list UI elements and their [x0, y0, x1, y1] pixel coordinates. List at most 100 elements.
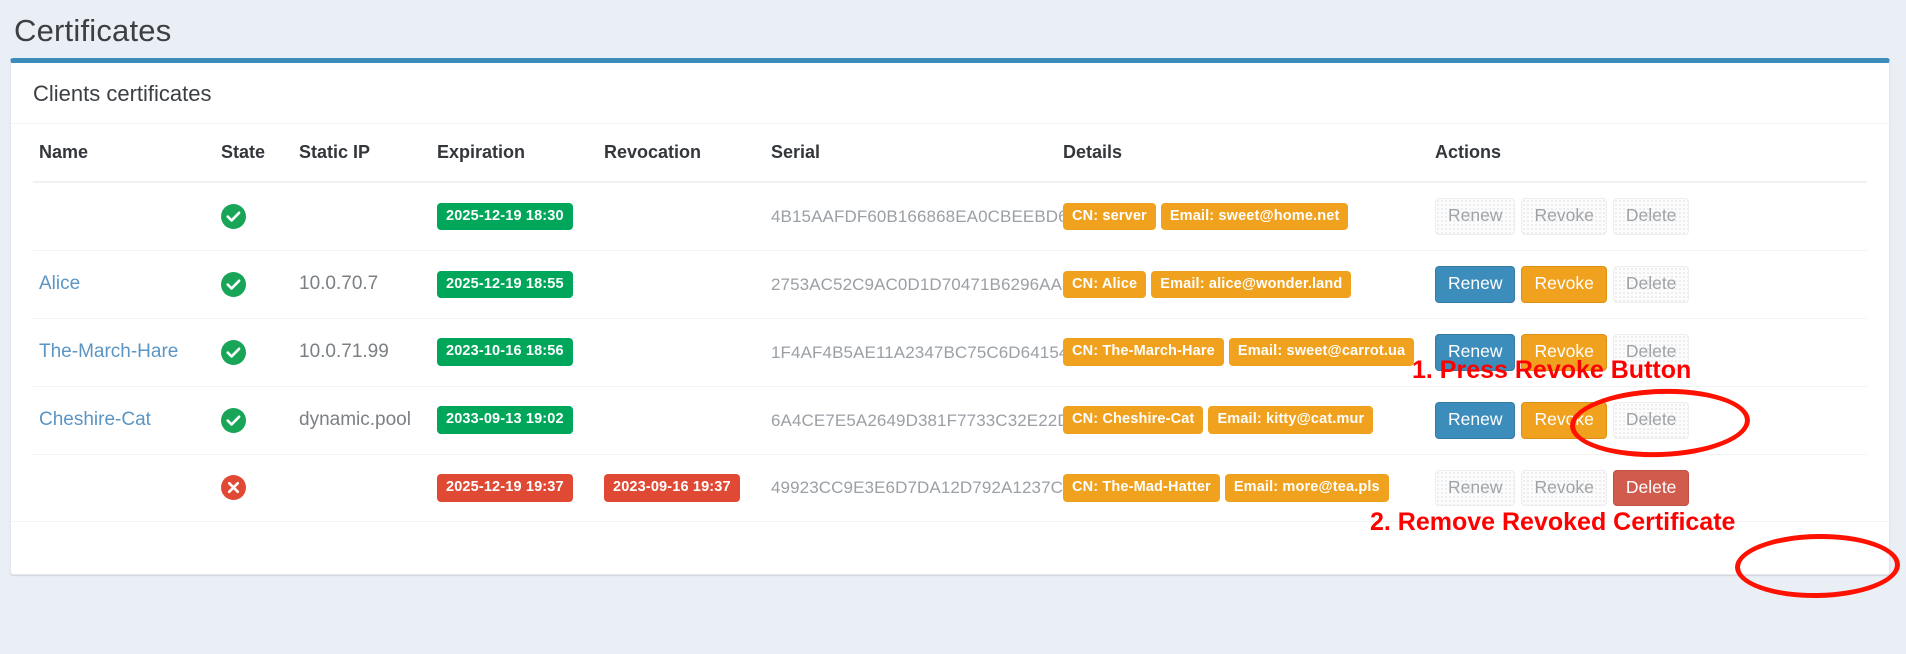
- cell-serial: 2753AC52C9AC0D1D70471B6296AA85DF: [765, 249, 1104, 319]
- renew-button[interactable]: Renew: [1435, 265, 1516, 303]
- certificates-table: Name State Static IP Expiration Revocati…: [33, 124, 1867, 522]
- expiration-badge: 2033-09-13 19:02: [437, 406, 573, 434]
- column-header-details: Details: [1057, 124, 1429, 183]
- renew-button[interactable]: Renew: [1435, 333, 1516, 371]
- cell-details: CN: The-March-Hare Email: sweet@carrot.ua: [1057, 317, 1429, 387]
- column-header-revocation: Revocation: [598, 124, 765, 183]
- check-circle-icon: [221, 339, 246, 365]
- cell-static-ip: 10.0.71.99: [293, 317, 431, 387]
- detail-email-badge: Email: more@tea.pls: [1224, 474, 1389, 502]
- serial-value: 2753AC52C9AC0D1D70471B6296AA85DF: [771, 274, 1105, 294]
- cell-serial: 49923CC9E3E6D7DA12D792A1237CBA85: [765, 453, 1105, 522]
- cell-revocation: [598, 249, 765, 319]
- static-ip-value: dynamic.pool: [299, 409, 411, 431]
- cell-name: [33, 453, 215, 522]
- card-footer: [11, 521, 1889, 574]
- card-body: Name State Static IP Expiration Revocati…: [11, 124, 1889, 522]
- clients-certificates-card: Clients certificates Name State Static I…: [10, 58, 1890, 576]
- cell-actions: Renew Revoke Delete: [1429, 249, 1867, 319]
- serial-value: 1F4AF4B5AE11A2347BC75C6D6415420A: [771, 342, 1100, 362]
- cell-static-ip: 10.0.70.7: [293, 249, 431, 319]
- certificate-name-link[interactable]: The-March-Hare: [39, 341, 178, 362]
- table-row: Cheshire-Cat dynamic.pool 2033-09-13 19:02…: [33, 385, 1867, 454]
- expiration-badge: 2025-12-19 18:30: [437, 202, 573, 231]
- cell-serial: 4B15AAFDF60B166868EA0CBEEBD6A208: [765, 182, 1108, 250]
- detail-cn-badge: CN: Alice: [1063, 270, 1147, 299]
- cell-actions: Renew Revoke Delete: [1429, 453, 1867, 522]
- cell-static-ip: [293, 453, 431, 522]
- cell-actions: Renew Revoke Delete: [1429, 385, 1867, 454]
- column-header-static-ip: Static IP: [293, 124, 431, 183]
- detail-email-badge: Email: kitty@cat.mur: [1208, 406, 1374, 434]
- expiration-badge: 2023-10-16 18:56: [437, 338, 573, 366]
- check-circle-icon: [221, 203, 246, 229]
- serial-value: 49923CC9E3E6D7DA12D792A1237CBA85: [771, 478, 1105, 498]
- revoke-button[interactable]: Revoke: [1521, 265, 1607, 303]
- delete-button: Delete: [1612, 333, 1690, 371]
- revoke-button[interactable]: Revoke: [1521, 333, 1607, 371]
- cell-state: [215, 182, 293, 250]
- cell-name: The-March-Hare: [33, 317, 215, 387]
- certificate-name-link[interactable]: Cheshire-Cat: [39, 409, 151, 430]
- revoke-button: Revoke: [1521, 469, 1607, 507]
- cell-state: [215, 317, 293, 387]
- renew-button: Renew: [1435, 198, 1516, 235]
- column-header-state: State: [215, 124, 293, 183]
- cell-expiration: 2025-12-19 18:30: [431, 182, 598, 250]
- renew-button: Renew: [1435, 469, 1516, 507]
- expiration-badge: 2025-12-19 18:55: [437, 270, 573, 299]
- check-circle-icon: [221, 271, 246, 297]
- cell-actions: Renew Revoke Delete: [1429, 182, 1867, 250]
- cell-name: Alice: [33, 249, 215, 319]
- column-header-name: Name: [33, 124, 215, 183]
- cell-revocation: [598, 385, 765, 454]
- page-title: Certificates: [14, 13, 172, 48]
- cell-name: [33, 182, 215, 250]
- cell-static-ip: dynamic.pool: [293, 385, 431, 454]
- detail-email-badge: Email: sweet@carrot.ua: [1228, 338, 1415, 366]
- cell-actions: Renew Revoke Delete: [1429, 317, 1867, 387]
- static-ip-value: 10.0.71.99: [299, 341, 389, 363]
- cell-revocation: [598, 182, 765, 250]
- serial-value: 4B15AAFDF60B166868EA0CBEEBD6A208: [771, 206, 1108, 226]
- cell-state: [215, 249, 293, 319]
- cell-expiration: 2033-09-13 19:02: [431, 385, 598, 454]
- revocation-badge: 2023-09-16 19:37: [604, 474, 740, 502]
- cell-static-ip: [293, 182, 431, 250]
- table-header: Name State Static IP Expiration Revocati…: [33, 124, 1867, 183]
- serial-value: 6A4CE7E5A2649D381F7733C32E22D00F: [771, 410, 1100, 430]
- detail-cn-badge: CN: server: [1063, 202, 1156, 231]
- cell-serial: 6A4CE7E5A2649D381F7733C32E22D00F: [765, 385, 1099, 454]
- table-row: 2025-12-19 18:30 4B15AAFDF60B166868EA0CBE…: [33, 182, 1867, 250]
- static-ip-value: 10.0.70.7: [299, 273, 379, 295]
- revoke-button[interactable]: Revoke: [1521, 401, 1607, 439]
- cell-state: [215, 453, 293, 522]
- column-header-expiration: Expiration: [431, 124, 598, 183]
- table-row: The-March-Hare 10.0.71.99 2023-10-16 18:56…: [33, 317, 1867, 387]
- cell-revocation: 2023-09-16 19:37: [598, 453, 765, 522]
- detail-cn-badge: CN: The-March-Hare: [1063, 338, 1224, 366]
- expiration-badge: 2025-12-19 19:37: [437, 474, 573, 502]
- renew-button[interactable]: Renew: [1435, 401, 1516, 439]
- certificate-name-link[interactable]: Alice: [39, 273, 80, 294]
- card-title: Clients certificates: [33, 81, 212, 106]
- delete-button[interactable]: Delete: [1612, 469, 1690, 507]
- delete-button: Delete: [1612, 265, 1690, 303]
- cell-details: CN: The-Mad-Hatter Email: more@tea.pls: [1057, 453, 1429, 522]
- cell-expiration: 2025-12-19 19:37: [431, 453, 598, 522]
- column-header-serial: Serial: [765, 124, 1057, 183]
- detail-cn-badge: CN: The-Mad-Hatter: [1063, 474, 1220, 502]
- table-row: Alice 10.0.70.7 2025-12-19 18:55 2753AC52C9…: [33, 249, 1867, 319]
- delete-button: Delete: [1612, 401, 1690, 439]
- cell-expiration: 2023-10-16 18:56: [431, 317, 598, 387]
- column-header-actions: Actions: [1429, 124, 1867, 183]
- cell-details: CN: server Email: sweet@home.net: [1057, 182, 1429, 250]
- cell-state: [215, 385, 293, 454]
- table-header-row: Name State Static IP Expiration Revocati…: [33, 124, 1867, 183]
- table-body: 2025-12-19 18:30 4B15AAFDF60B166868EA0CBE…: [33, 182, 1867, 522]
- cell-details: CN: Alice Email: alice@wonder.land: [1057, 249, 1429, 319]
- revoke-button: Revoke: [1521, 198, 1607, 235]
- table-row: 2025-12-19 19:37 2023-09-16 19:37 49923CC9…: [33, 453, 1867, 522]
- check-circle-icon: [221, 407, 246, 433]
- detail-email-badge: Email: sweet@home.net: [1160, 202, 1349, 231]
